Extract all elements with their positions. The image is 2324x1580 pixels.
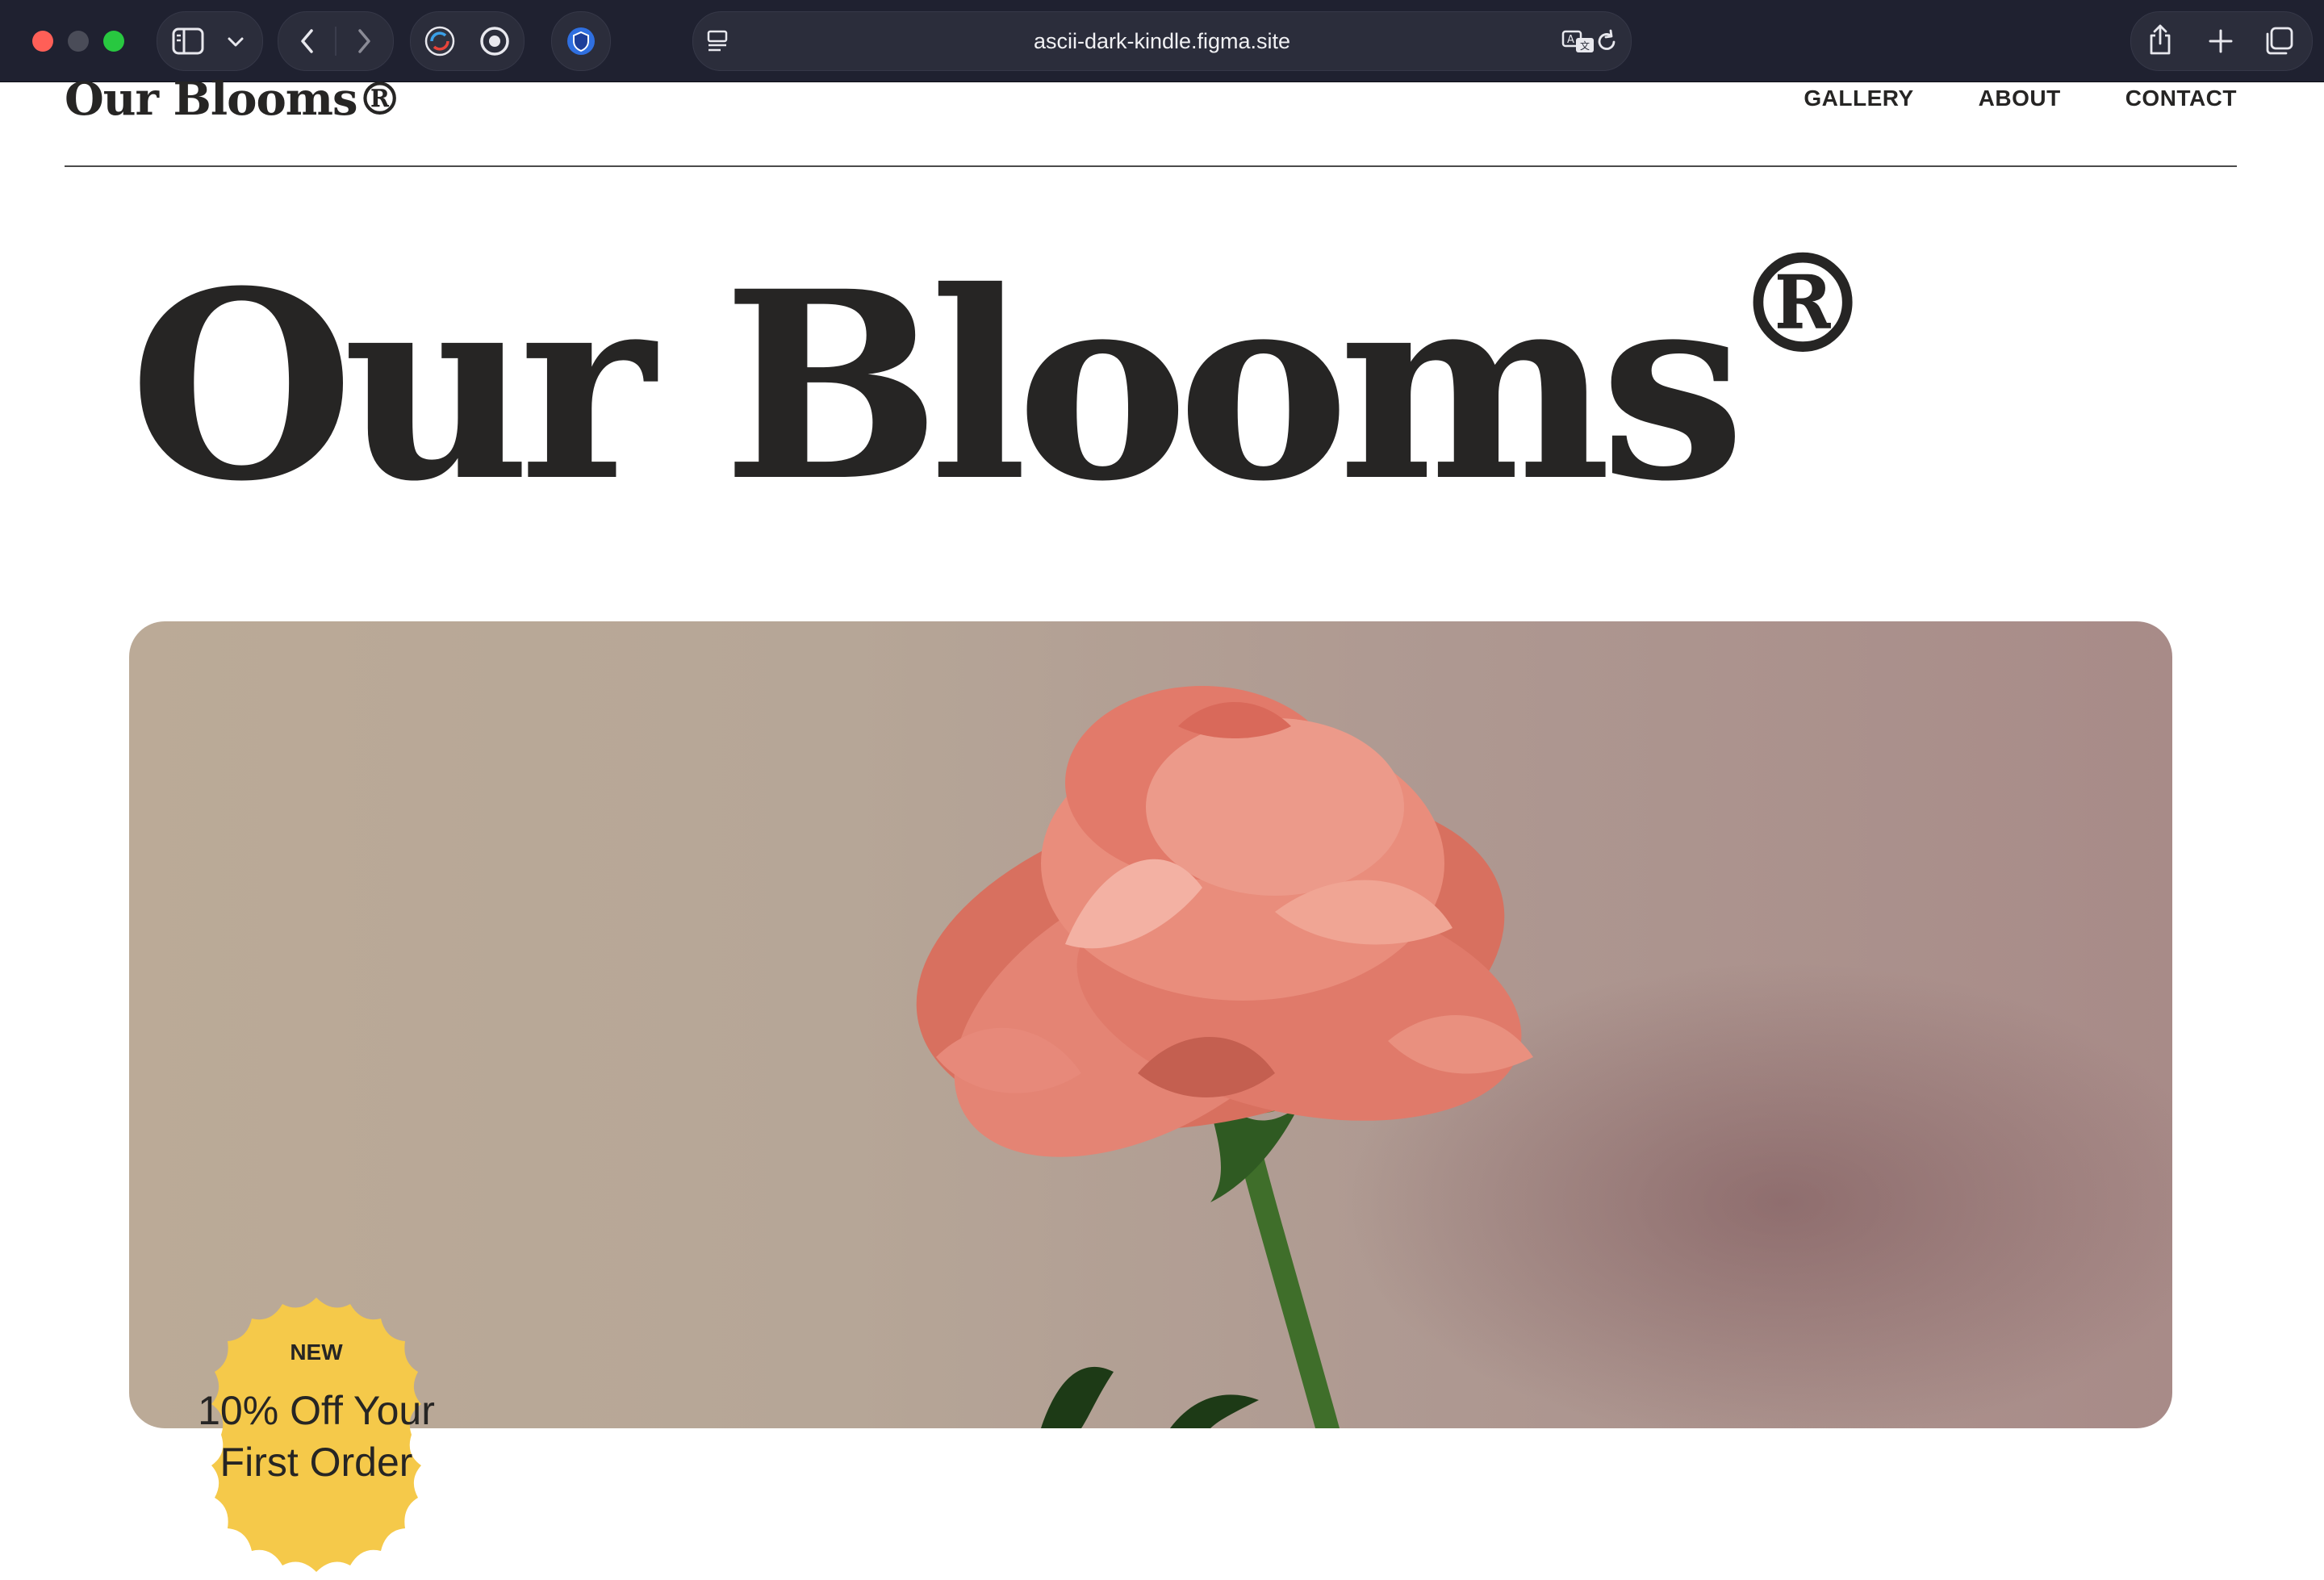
hero-title: Our Blooms® — [129, 236, 2195, 516]
reload-icon[interactable] — [1595, 29, 1618, 53]
tabs-overview-icon[interactable] — [2263, 26, 2294, 56]
share-icon[interactable] — [2147, 23, 2173, 56]
record-icon[interactable] — [479, 25, 511, 57]
address-bar[interactable]: ascii-dark-kindle.figma.site A 文 — [692, 11, 1632, 71]
sidebar-icon[interactable] — [172, 27, 204, 55]
nav-contact[interactable]: CONTACT — [2125, 86, 2237, 111]
browser-toolbar: ascii-dark-kindle.figma.site A 文 — [0, 0, 2324, 82]
privacy-extension-button[interactable] — [551, 11, 611, 71]
badge-label: NEW — [290, 1340, 343, 1365]
url-text[interactable]: ascii-dark-kindle.figma.site — [693, 12, 1631, 70]
registered-mark: ® — [1734, 224, 1872, 385]
badge-offer-text: 10% Off Your First Order — [171, 1385, 462, 1488]
nav-about[interactable]: ABOUT — [1979, 86, 2061, 111]
window-actions-group — [2130, 11, 2313, 71]
forward-icon[interactable] — [356, 28, 372, 54]
site-logo[interactable]: Our Blooms® — [65, 73, 403, 126]
shield-icon — [567, 27, 595, 55]
translate-icon[interactable]: A 文 — [1561, 28, 1595, 54]
svg-text:A: A — [1567, 34, 1574, 46]
badge-offer-line-2: First Order — [219, 1440, 413, 1485]
badge-offer-line-1: 10% Off Your — [198, 1388, 435, 1433]
sync-icon[interactable] — [424, 25, 456, 57]
minimize-window-button[interactable] — [68, 31, 89, 52]
new-tab-icon[interactable] — [2209, 29, 2233, 53]
main-nav: GALLERY ABOUT CONTACT — [1804, 86, 2237, 111]
sidebar-toggle-group[interactable] — [157, 11, 263, 71]
chevron-down-icon[interactable] — [227, 36, 245, 48]
hero-title-text: Our Blooms — [129, 236, 1745, 538]
discount-badge[interactable]: NEW 10% Off Your First Order — [171, 1289, 462, 1580]
extensions-group — [410, 11, 525, 71]
nav-gallery[interactable]: GALLERY — [1804, 86, 1913, 111]
page: Our Blooms® GALLERY ABOUT CONTACT Our Bl… — [0, 73, 2324, 1572]
close-window-button[interactable] — [32, 31, 53, 52]
svg-text:文: 文 — [1580, 40, 1590, 52]
back-icon[interactable] — [299, 28, 316, 54]
navigation-group — [278, 11, 394, 71]
zoom-window-button[interactable] — [103, 31, 124, 52]
header-divider — [65, 165, 2237, 167]
